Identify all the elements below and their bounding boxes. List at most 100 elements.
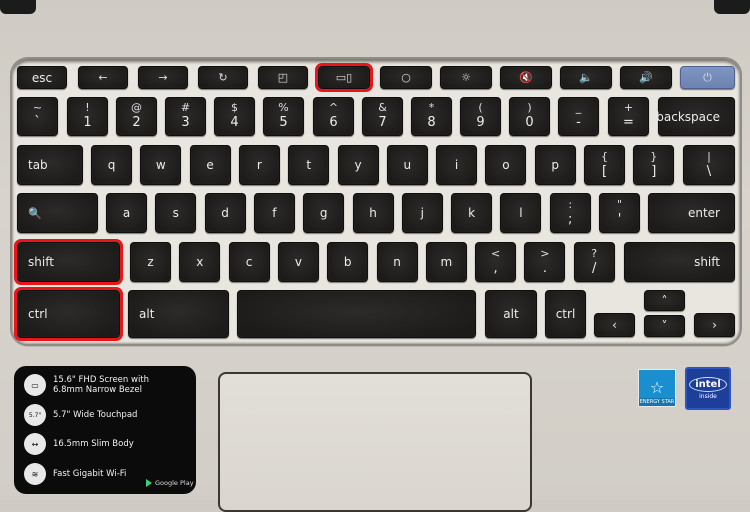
key-enter[interactable]: enter	[648, 193, 735, 233]
key-x[interactable]: x	[179, 242, 221, 282]
key-f[interactable]: f	[253, 193, 295, 233]
key-quote[interactable]: " '	[599, 193, 640, 233]
key-p[interactable]: p	[534, 145, 576, 185]
key-2[interactable]: @2	[116, 97, 157, 136]
key-arrow-down[interactable]: ˅	[644, 315, 685, 337]
refresh-icon: ↻	[218, 71, 228, 84]
key-backslash[interactable]: | \	[683, 145, 735, 185]
key-legend: ]	[651, 163, 657, 179]
key-4[interactable]: $4	[214, 97, 255, 136]
key-esc[interactable]: esc	[17, 66, 67, 89]
key-tab[interactable]: tab	[17, 145, 83, 185]
key-period[interactable]: >.	[524, 242, 566, 282]
key-m[interactable]: m	[425, 242, 467, 282]
key-lbracket[interactable]: {[	[584, 145, 625, 185]
key-a[interactable]: a	[106, 193, 147, 233]
key-0[interactable]: ) 0	[509, 97, 550, 136]
key-shift-legend: :	[568, 197, 573, 211]
key-ctrl-right[interactable]: ctrl	[545, 290, 586, 338]
key-alt-right[interactable]: alt	[485, 290, 537, 338]
key-legend: '	[617, 211, 622, 227]
key-v[interactable]: v	[277, 242, 319, 282]
key-brightness-up[interactable]: ☼	[440, 66, 492, 89]
key-arrow-left[interactable]: ‹	[594, 313, 635, 337]
key-legend: z	[147, 255, 154, 269]
key-7[interactable]: & 7	[362, 97, 403, 136]
key-arrow-up[interactable]: ˄	[644, 290, 685, 311]
key-overview[interactable]: ▭▯	[315, 63, 373, 92]
key-b[interactable]: b	[327, 242, 369, 282]
key-legend: 6	[329, 115, 338, 130]
key-forward[interactable]: →	[138, 66, 188, 89]
key-q[interactable]: q	[91, 145, 132, 185]
key-legend: [	[601, 163, 608, 179]
key-r[interactable]: r	[238, 145, 280, 185]
key-semicolon[interactable]: :;	[549, 193, 591, 233]
key-shift-legend: (	[478, 101, 483, 114]
key-i[interactable]: i	[436, 145, 478, 185]
key-refresh[interactable]: ↻	[198, 66, 248, 89]
key-space[interactable]	[237, 290, 476, 338]
key-1[interactable]: ! 1	[67, 97, 108, 136]
key-u[interactable]: u	[386, 145, 428, 185]
intel-inside-label: inside	[699, 393, 717, 400]
key-comma[interactable]: <,	[475, 242, 517, 282]
key-3[interactable]: #3	[165, 97, 206, 136]
key-volume-down[interactable]: 🔈	[560, 66, 612, 89]
key-rbracket[interactable]: }]	[633, 145, 675, 185]
key-o[interactable]: o	[485, 145, 527, 185]
key-power[interactable]: ⏻	[680, 66, 735, 89]
key-ctrl-left[interactable]: ctrl	[14, 287, 123, 341]
key-shift-legend: $	[231, 101, 238, 114]
key-n[interactable]: n	[376, 242, 418, 282]
hinge-right	[714, 0, 750, 14]
key-z[interactable]: z	[130, 242, 171, 282]
key-6[interactable]: ^ 6	[313, 97, 354, 136]
key-mute[interactable]: 🔇	[500, 66, 552, 89]
key-brightness-down[interactable]: ○	[380, 66, 432, 89]
key-legend: .	[542, 260, 547, 276]
key-h[interactable]: h	[352, 193, 394, 233]
key--[interactable]: _ -	[558, 97, 599, 136]
key-shift-legend: #	[180, 101, 191, 114]
key-legend: u	[403, 158, 412, 172]
key-j[interactable]: j	[401, 193, 443, 233]
key-e[interactable]: e	[189, 145, 231, 185]
key-legend: d	[221, 206, 229, 220]
key-search[interactable]: 🔍	[17, 193, 98, 233]
key-legend: ctrl	[555, 307, 576, 321]
key-legend: =	[623, 115, 634, 130]
key-legend: l	[519, 206, 523, 220]
key-l[interactable]: l	[500, 193, 542, 233]
key-5[interactable]: % 5	[263, 97, 304, 136]
key-legend: 1	[83, 115, 92, 130]
energy-star-icon: ☆	[649, 378, 665, 397]
key-8[interactable]: * 8	[411, 97, 452, 136]
key-backspace[interactable]: backspace	[656, 97, 735, 136]
key-equals[interactable]: + =	[608, 97, 649, 136]
key-legend: ;	[567, 211, 573, 227]
key-shift-left[interactable]: shift	[14, 239, 123, 285]
key-backtick[interactable]: ~ `	[17, 97, 58, 136]
key-g[interactable]: g	[303, 193, 345, 233]
key-s[interactable]: s	[155, 193, 197, 233]
key-w[interactable]: w	[140, 145, 182, 185]
spec-text: 15.6" FHD Screen with 6.8mm Narrow Bezel	[53, 375, 150, 395]
key-c[interactable]: c	[228, 242, 270, 282]
touchpad[interactable]	[218, 372, 532, 512]
key-volume-up[interactable]: 🔊	[620, 66, 672, 89]
key-9[interactable]: (9	[460, 97, 501, 136]
key-legend: b	[343, 255, 352, 269]
key-k[interactable]: k	[451, 193, 493, 233]
key-t[interactable]: t	[288, 145, 330, 185]
key-legend: /	[591, 260, 597, 276]
key-back[interactable]: ←	[78, 66, 128, 89]
key-alt-left[interactable]: alt	[128, 290, 229, 338]
key-y[interactable]: y	[337, 145, 379, 185]
key-slash[interactable]: ? /	[573, 242, 615, 282]
key-shift-right[interactable]: shift	[624, 242, 735, 282]
mute-icon: 🔇	[519, 71, 533, 84]
key-fullscreen[interactable]: ◰	[258, 66, 308, 89]
key-d[interactable]: d	[204, 193, 246, 233]
key-arrow-right[interactable]: ›	[694, 313, 735, 337]
